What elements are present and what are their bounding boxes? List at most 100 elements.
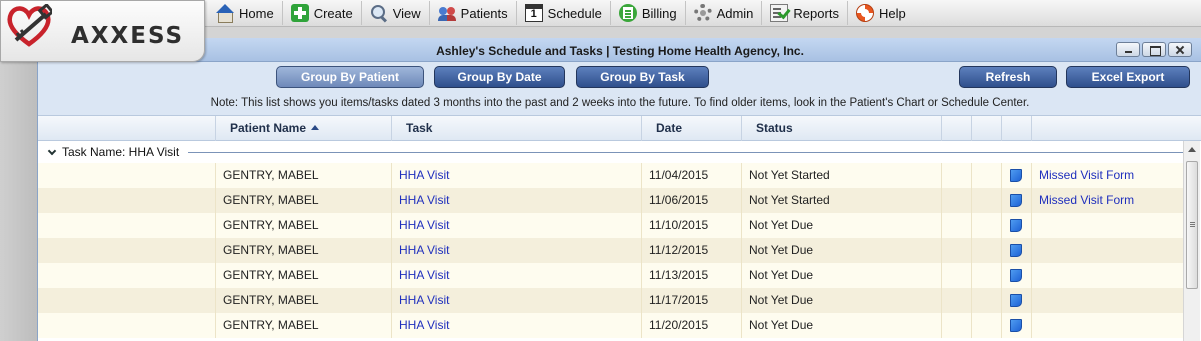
menu-home[interactable]: Home — [208, 1, 283, 25]
minimize-button[interactable] — [1116, 42, 1140, 57]
table-row[interactable]: GENTRY, MABEL HHA Visit 11/13/2015 Not Yet … — [38, 263, 1183, 288]
missed-visit-form-link[interactable] — [1031, 288, 1183, 313]
scroll-up-arrow-icon[interactable] — [1188, 147, 1196, 152]
task-link[interactable]: HHA Visit — [391, 188, 641, 213]
group-label: Task Name: HHA Visit — [62, 145, 185, 159]
row-gutter-cell — [38, 213, 215, 238]
table-row[interactable]: GENTRY, MABEL HHA Visit 11/17/2015 Not Yet … — [38, 288, 1183, 313]
patient-name-cell: GENTRY, MABEL — [215, 188, 391, 213]
menu-billing[interactable]: Billing — [611, 1, 686, 25]
sticky-note-icon[interactable] — [1010, 319, 1022, 332]
date-cell: 11/13/2015 — [641, 263, 741, 288]
table-row[interactable]: GENTRY, MABEL HHA Visit 11/06/2015 Not Yet … — [38, 188, 1183, 213]
sticky-note-icon[interactable] — [1010, 194, 1022, 207]
menu-view-label: View — [392, 5, 421, 21]
menu-admin[interactable]: Admin — [686, 1, 763, 25]
missed-visit-form-link[interactable]: Missed Visit Form — [1031, 188, 1183, 213]
status-cell: Not Yet Due — [741, 288, 941, 313]
lifebuoy-icon — [855, 4, 874, 22]
blank-cell-1 — [941, 213, 971, 238]
report-icon — [770, 4, 789, 22]
patient-name-cell: GENTRY, MABEL — [215, 313, 391, 338]
group-divider — [188, 152, 1183, 153]
status-cell: Not Yet Started — [741, 188, 941, 213]
window-controls — [1116, 42, 1192, 57]
blank-cell-1 — [941, 313, 971, 338]
table-row[interactable]: GENTRY, MABEL HHA Visit 11/10/2015 Not Yet … — [38, 213, 1183, 238]
missed-visit-form-link[interactable] — [1031, 238, 1183, 263]
window-titlebar[interactable]: Ashley's Schedule and Tasks | Testing Ho… — [38, 38, 1201, 62]
menu-help[interactable]: Help — [848, 1, 914, 25]
blank-cell-2 — [971, 238, 1001, 263]
patient-name-cell: GENTRY, MABEL — [215, 163, 391, 188]
sticky-note-icon[interactable] — [1010, 169, 1022, 182]
column-header-date[interactable]: Date — [641, 116, 741, 141]
sticky-note-icon[interactable] — [1010, 219, 1022, 232]
task-link[interactable]: HHA Visit — [391, 238, 641, 263]
scrollbar-thumb[interactable] — [1186, 161, 1198, 289]
row-gutter-cell — [38, 238, 215, 263]
column-header-status[interactable]: Status — [741, 116, 941, 141]
sticky-note-icon[interactable] — [1010, 269, 1022, 282]
task-link[interactable]: HHA Visit — [391, 163, 641, 188]
missed-visit-form-link[interactable] — [1031, 313, 1183, 338]
column-header-blank-3 — [1001, 116, 1031, 141]
billing-icon — [618, 4, 637, 22]
close-button[interactable] — [1168, 42, 1192, 57]
menu-view[interactable]: View — [362, 1, 430, 25]
menu-create[interactable]: Create — [283, 1, 362, 25]
column-header-patient-name-label: Patient Name — [230, 121, 307, 135]
column-header-task[interactable]: Task — [391, 116, 641, 141]
schedule-tasks-window: Ashley's Schedule and Tasks | Testing Ho… — [37, 38, 1201, 341]
patient-name-cell: GENTRY, MABEL — [215, 213, 391, 238]
magnifier-icon — [370, 4, 388, 22]
status-cell: Not Yet Started — [741, 163, 941, 188]
missed-visit-form-link[interactable] — [1031, 213, 1183, 238]
menu-schedule-label: Schedule — [547, 5, 602, 21]
calendar-icon — [524, 4, 543, 22]
date-cell: 11/12/2015 — [641, 238, 741, 263]
sticky-note-icon[interactable] — [1010, 244, 1022, 257]
table-row[interactable]: GENTRY, MABEL HHA Visit 11/20/2015 Not Yet … — [38, 313, 1183, 338]
status-cell: Not Yet Due — [741, 238, 941, 263]
table-row[interactable]: GENTRY, MABEL HHA Visit 11/04/2015 Not Yet … — [38, 163, 1183, 188]
chevron-down-icon[interactable] — [47, 146, 57, 156]
group-by-task-button[interactable]: Group By Task — [576, 66, 709, 88]
missed-visit-form-link[interactable]: Missed Visit Form — [1031, 163, 1183, 188]
patient-name-cell: GENTRY, MABEL — [215, 263, 391, 288]
home-icon — [216, 4, 234, 23]
menu-schedule[interactable]: Schedule — [517, 1, 611, 25]
column-header-blank-2 — [971, 116, 1001, 141]
column-header-patient-name[interactable]: Patient Name — [215, 116, 391, 141]
group-by-date-button[interactable]: Group By Date — [434, 66, 565, 88]
menu-home-label: Home — [239, 5, 274, 21]
menu-reports[interactable]: Reports — [762, 1, 848, 25]
logo-text: AXXESS — [71, 23, 185, 49]
row-gutter-cell — [38, 263, 215, 288]
status-cell: Not Yet Due — [741, 313, 941, 338]
date-cell: 11/20/2015 — [641, 313, 741, 338]
task-link[interactable]: HHA Visit — [391, 288, 641, 313]
group-by-patient-button[interactable]: Group By Patient — [276, 66, 424, 88]
menu-patients[interactable]: Patients — [430, 1, 517, 25]
axxess-logo[interactable]: AXXESS — [0, 0, 205, 62]
people-icon — [437, 4, 456, 22]
blank-cell-2 — [971, 213, 1001, 238]
task-link[interactable]: HHA Visit — [391, 313, 641, 338]
missed-visit-form-link[interactable] — [1031, 263, 1183, 288]
date-cell: 11/10/2015 — [641, 213, 741, 238]
excel-export-button[interactable]: Excel Export — [1066, 66, 1190, 88]
blank-cell-2 — [971, 313, 1001, 338]
sticky-note-icon[interactable] — [1010, 294, 1022, 307]
grid-header: Patient Name Task Date Status — [38, 115, 1201, 141]
maximize-button[interactable] — [1142, 42, 1166, 57]
table-row[interactable]: GENTRY, MABEL HHA Visit 11/12/2015 Not Yet … — [38, 238, 1183, 263]
refresh-button[interactable]: Refresh — [959, 66, 1057, 88]
status-cell: Not Yet Due — [741, 213, 941, 238]
group-header-hha-visit[interactable]: Task Name: HHA Visit — [38, 141, 1183, 163]
task-link[interactable]: HHA Visit — [391, 213, 641, 238]
vertical-scrollbar[interactable] — [1183, 141, 1200, 341]
task-link[interactable]: HHA Visit — [391, 263, 641, 288]
status-cell: Not Yet Due — [741, 263, 941, 288]
grouping-toolbar: Group By Patient Group By Date Group By … — [38, 62, 1201, 115]
